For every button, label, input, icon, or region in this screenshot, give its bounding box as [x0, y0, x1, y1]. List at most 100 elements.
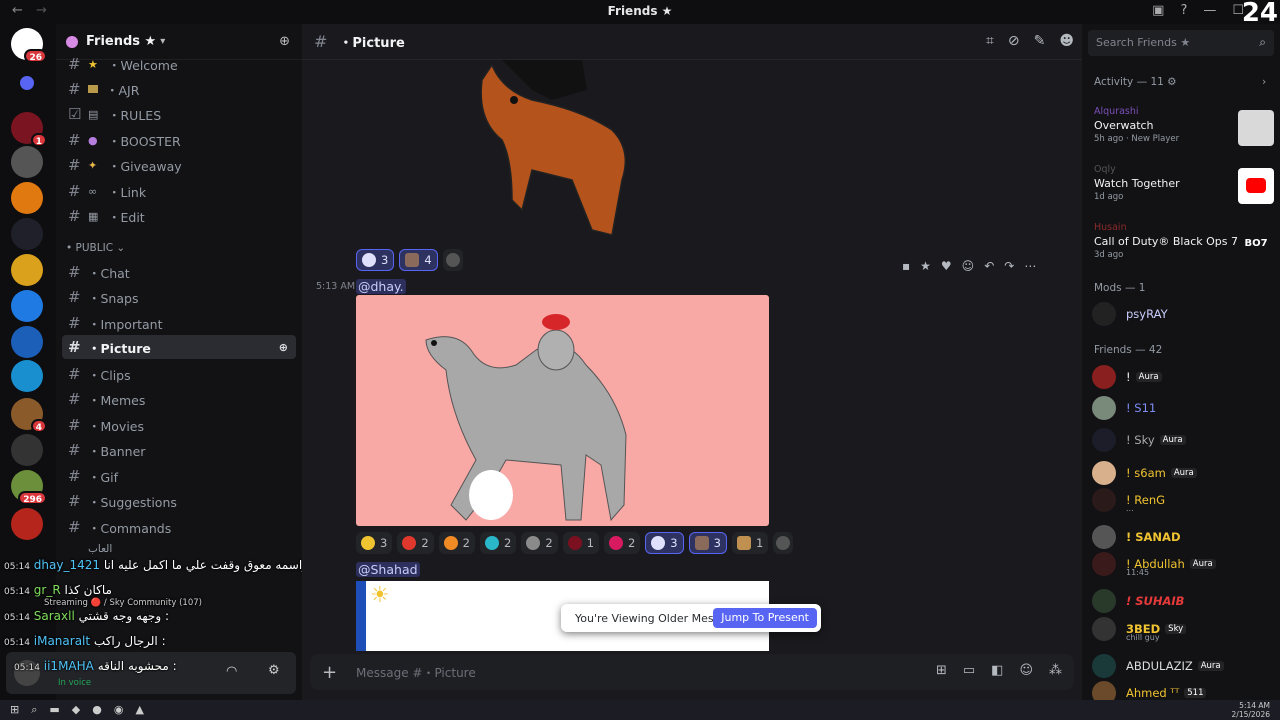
- server-icon[interactable]: 296: [11, 470, 47, 505]
- member-item[interactable]: ! s6am Aura: [1092, 458, 1276, 488]
- message-composer[interactable]: + Message #・Picture ⊞ ▭ ◧ ☺ ⁂: [310, 654, 1074, 690]
- channel-rules[interactable]: ☑ ▤ ・RULES: [62, 102, 296, 126]
- member-item[interactable]: ! S11: [1092, 393, 1276, 423]
- member-item[interactable]: ! RenG...: [1092, 485, 1276, 515]
- user-mention[interactable]: @Shahad: [356, 562, 420, 577]
- add-user-icon[interactable]: ⊕: [279, 34, 290, 49]
- channel-clips[interactable]: # ・Clips: [62, 362, 296, 386]
- sticker-icon[interactable]: ◧: [991, 663, 1003, 678]
- channel-suggestions[interactable]: # ・Suggestions: [62, 489, 296, 513]
- threads-icon[interactable]: ⌗: [986, 33, 994, 49]
- channel-chat[interactable]: # ・Chat: [62, 260, 296, 284]
- add-member-icon[interactable]: ⊕: [279, 341, 288, 354]
- reply-icon[interactable]: ↶: [984, 259, 994, 273]
- member-list-icon[interactable]: ☻: [1059, 33, 1074, 49]
- reaction-pill[interactable]: 2: [397, 532, 434, 554]
- inbox-icon[interactable]: ▣: [1152, 3, 1164, 18]
- activity-card[interactable]: Oqly Watch Together 1d ago: [1094, 164, 1274, 204]
- camel-drawing-top[interactable]: [472, 60, 652, 242]
- reaction-pill[interactable]: 2: [521, 532, 558, 554]
- category-games[interactable]: العاب: [88, 543, 112, 555]
- channel-welcome[interactable]: # ★ ・Welcome: [62, 52, 296, 76]
- server-icon[interactable]: [11, 146, 43, 178]
- star-icon[interactable]: ★: [920, 259, 931, 273]
- heart-icon[interactable]: ♥: [941, 259, 952, 273]
- reaction-pill[interactable]: 2: [438, 532, 475, 554]
- member-item[interactable]: ! Aura: [1092, 362, 1276, 392]
- forward-icon[interactable]: ↷: [1004, 259, 1014, 273]
- channel-giveaway[interactable]: # ✦ ・Giveaway: [62, 153, 296, 177]
- server-icon[interactable]: [11, 434, 43, 466]
- chevron-right-icon[interactable]: ›: [1262, 76, 1266, 88]
- mute-bell-icon[interactable]: ⊘: [1008, 33, 1020, 49]
- member-item[interactable]: ABDULAZIZ Aura: [1092, 651, 1276, 681]
- channel-gif[interactable]: # ・Gif: [62, 464, 296, 488]
- reaction-quick-icon[interactable]: ▪: [902, 259, 910, 273]
- emoji-picker-icon[interactable]: ☺: [1019, 663, 1033, 678]
- server-icon[interactable]: [11, 182, 43, 214]
- discord-home-icon[interactable]: 26: [11, 28, 47, 63]
- channel-link[interactable]: # ∞ ・Link: [62, 179, 296, 203]
- camel-drawing-image[interactable]: [356, 295, 769, 526]
- headphones-icon[interactable]: ◠: [226, 664, 237, 679]
- reaction-pill[interactable]: 3: [688, 532, 727, 554]
- channel-snaps[interactable]: # ・Snaps: [62, 285, 296, 309]
- app-icon[interactable]: ●: [92, 703, 102, 717]
- reaction-pill[interactable]: 1: [562, 532, 599, 554]
- apps-icon[interactable]: ⁂: [1049, 663, 1062, 678]
- add-reaction-button[interactable]: [442, 249, 463, 271]
- server-icon[interactable]: [11, 360, 43, 392]
- minimize-icon[interactable]: —: [1203, 3, 1216, 18]
- channel-booster[interactable]: # ● ・BOOSTER: [62, 128, 296, 152]
- settings-gear-icon[interactable]: ⚙: [268, 663, 280, 678]
- channel-important[interactable]: # ・Important: [62, 311, 296, 335]
- more-icon[interactable]: ⋯: [1024, 259, 1036, 273]
- server-icon[interactable]: [11, 290, 43, 322]
- user-mention[interactable]: @dhay.: [356, 279, 406, 294]
- message-input[interactable]: Message #・Picture: [356, 664, 476, 681]
- server-icon[interactable]: 4: [11, 326, 43, 358]
- channel-memes[interactable]: # ・Memes: [62, 387, 296, 411]
- channel-edit[interactable]: # ▦ ・Edit: [62, 204, 296, 228]
- app-icon[interactable]: ▲: [135, 703, 143, 717]
- channel-banner[interactable]: # ・Banner: [62, 438, 296, 462]
- help-icon[interactable]: ?: [1180, 3, 1187, 18]
- taskbar-clock[interactable]: 5:14 AM 2/15/2026: [1232, 701, 1270, 719]
- reaction-pill[interactable]: 3: [356, 532, 393, 554]
- server-icon[interactable]: [20, 76, 34, 90]
- channel-movies[interactable]: # ・Movies: [62, 413, 296, 437]
- add-reaction-icon[interactable]: ☺: [962, 259, 975, 273]
- server-icon[interactable]: 1: [11, 112, 47, 147]
- member-item[interactable]: 3BED Sky chill guy: [1092, 614, 1276, 644]
- activity-card[interactable]: Husain Call of Duty® Black Ops 7 3d ago …: [1094, 222, 1274, 262]
- discord-icon[interactable]: ◉: [114, 703, 124, 717]
- server-icon[interactable]: [11, 254, 43, 286]
- channel-ajr[interactable]: # ・AJR: [62, 77, 296, 101]
- channel-commands[interactable]: # ・Commands: [62, 515, 296, 539]
- reaction-pill[interactable]: 3: [645, 532, 684, 554]
- reaction-pill[interactable]: 4: [399, 249, 438, 271]
- channel-picture[interactable]: # ・Picture ⊕: [62, 335, 296, 359]
- member-item[interactable]: psyRAY: [1092, 299, 1276, 329]
- pin-icon[interactable]: ✎: [1034, 33, 1046, 49]
- search-icon[interactable]: ⌕: [31, 703, 37, 717]
- reaction-pill[interactable]: 2: [603, 532, 641, 554]
- jump-to-present-button[interactable]: Jump To Present: [713, 608, 817, 628]
- activity-card[interactable]: Alqurashi Overwatch 5h ago · New Player: [1094, 106, 1274, 146]
- server-icon[interactable]: 4: [11, 398, 47, 433]
- gif-icon[interactable]: ▭: [963, 663, 975, 678]
- search-input[interactable]: Search Friends ★ ⌕: [1088, 30, 1274, 56]
- app-icon[interactable]: ◆: [72, 703, 80, 717]
- gift-icon[interactable]: ⊞: [936, 663, 947, 678]
- reaction-pill[interactable]: 1: [731, 532, 769, 554]
- category-public[interactable]: • PUBLIC ⌄: [66, 242, 125, 254]
- plus-icon[interactable]: +: [322, 662, 337, 683]
- file-explorer-icon[interactable]: ▬: [49, 703, 59, 717]
- windows-start-icon[interactable]: ⊞: [10, 703, 19, 717]
- member-item[interactable]: ! Abdullah Aura 11:45: [1092, 549, 1276, 579]
- server-icon[interactable]: [11, 508, 43, 540]
- server-icon[interactable]: [11, 218, 43, 250]
- add-reaction-button[interactable]: [773, 532, 794, 554]
- reaction-pill[interactable]: 3: [356, 249, 395, 271]
- member-item[interactable]: ! SANAD: [1092, 522, 1276, 552]
